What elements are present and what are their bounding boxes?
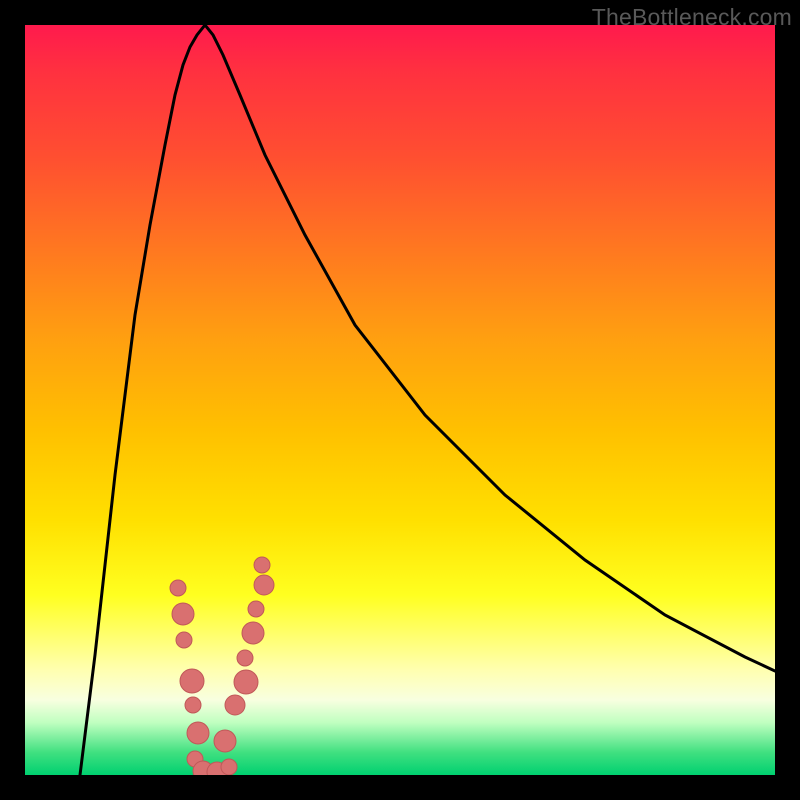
marker-dot bbox=[185, 697, 201, 713]
marker-dot bbox=[254, 575, 274, 595]
marker-dot bbox=[248, 601, 264, 617]
curve-lines bbox=[80, 25, 775, 775]
series-right-curve bbox=[205, 25, 775, 671]
marker-dot bbox=[225, 695, 245, 715]
plot-area bbox=[25, 25, 775, 775]
marker-dot bbox=[242, 622, 264, 644]
chart-svg bbox=[25, 25, 775, 775]
marker-dot bbox=[170, 580, 186, 596]
series-left-curve bbox=[80, 25, 205, 775]
marker-dot bbox=[234, 670, 258, 694]
marker-dot bbox=[254, 557, 270, 573]
marker-dot bbox=[176, 632, 192, 648]
watermark-text: TheBottleneck.com bbox=[592, 4, 792, 31]
marker-dot bbox=[214, 730, 236, 752]
marker-dot bbox=[180, 669, 204, 693]
chart-frame: TheBottleneck.com bbox=[0, 0, 800, 800]
marker-dot bbox=[172, 603, 194, 625]
data-markers bbox=[170, 557, 274, 775]
marker-dot bbox=[221, 759, 237, 775]
marker-dot bbox=[237, 650, 253, 666]
marker-dot bbox=[187, 722, 209, 744]
